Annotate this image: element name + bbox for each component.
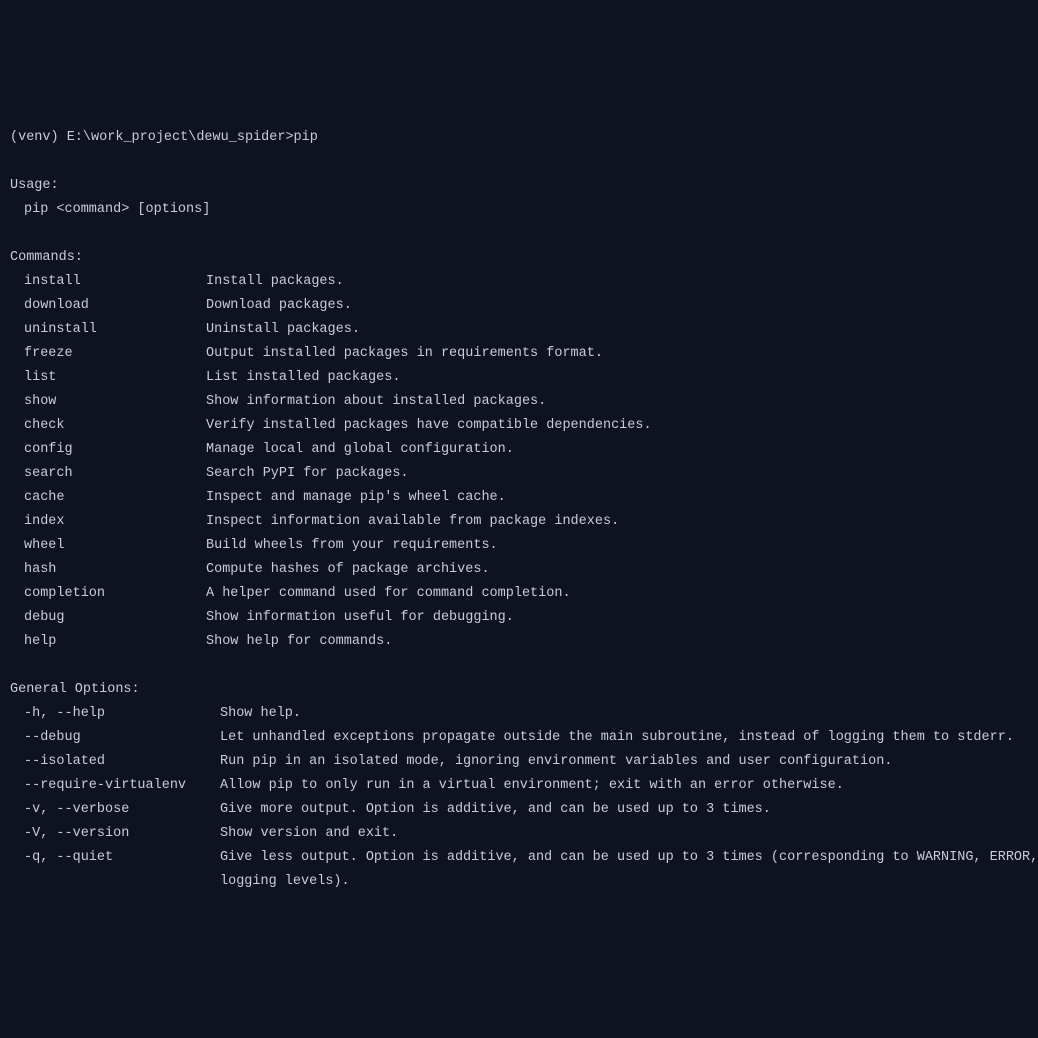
command-row: downloadDownload packages. xyxy=(10,298,352,313)
command-desc: Search PyPI for packages. xyxy=(206,462,409,486)
command-name: list xyxy=(10,366,206,390)
option-flag: -q, --quiet xyxy=(10,846,220,870)
command-desc: Show help for commands. xyxy=(206,630,392,654)
command-desc: Build wheels from your requirements. xyxy=(206,534,498,558)
usage-line: pip <command> [options] xyxy=(10,202,210,217)
command-desc: Output installed packages in requirement… xyxy=(206,342,603,366)
command-desc: Install packages. xyxy=(206,270,344,294)
command-name: install xyxy=(10,270,206,294)
command-name: cache xyxy=(10,486,206,510)
option-desc: Show version and exit. xyxy=(220,822,398,846)
command-row: cacheInspect and manage pip's wheel cach… xyxy=(10,490,506,505)
option-desc: Show help. xyxy=(220,702,301,726)
command-row: searchSearch PyPI for packages. xyxy=(10,466,409,481)
command-desc: Show information useful for debugging. xyxy=(206,606,514,630)
command-name: config xyxy=(10,438,206,462)
option-flag: -v, --verbose xyxy=(10,798,220,822)
command-row: hashCompute hashes of package archives. xyxy=(10,562,490,577)
command-name: check xyxy=(10,414,206,438)
command-row: listList installed packages. xyxy=(10,370,400,385)
option-row: -q, --quietGive less output. Option is a… xyxy=(10,850,1038,865)
commands-header: Commands: xyxy=(10,250,83,265)
command-name: wheel xyxy=(10,534,206,558)
command-desc: Manage local and global configuration. xyxy=(206,438,514,462)
command-name: index xyxy=(10,510,206,534)
command-desc: Download packages. xyxy=(206,294,352,318)
command-row: uninstallUninstall packages. xyxy=(10,322,360,337)
option-flag: -V, --version xyxy=(10,822,220,846)
command-row: helpShow help for commands. xyxy=(10,634,392,649)
option-row: -v, --verboseGive more output. Option is… xyxy=(10,802,771,817)
command-name: search xyxy=(10,462,206,486)
option-row: -V, --versionShow version and exit. xyxy=(10,826,398,841)
command-name: completion xyxy=(10,582,206,606)
option-flag: --require-virtualenv xyxy=(10,774,220,798)
command-row: configManage local and global configurat… xyxy=(10,442,514,457)
terminal-output[interactable]: (venv) E:\work_project\dewu_spider>pip U… xyxy=(10,102,1028,918)
option-flag: --debug xyxy=(10,726,220,750)
command-name: uninstall xyxy=(10,318,206,342)
prompt-line: (venv) E:\work_project\dewu_spider>pip xyxy=(10,130,318,145)
command-desc: Uninstall packages. xyxy=(206,318,360,342)
option-row: --isolatedRun pip in an isolated mode, i… xyxy=(10,754,892,769)
command-desc: Show information about installed package… xyxy=(206,390,546,414)
command-row: completionA helper command used for comm… xyxy=(10,586,571,601)
command-desc: List installed packages. xyxy=(206,366,400,390)
options-header: General Options: xyxy=(10,682,140,697)
command-desc: A helper command used for command comple… xyxy=(206,582,571,606)
command-row: freezeOutput installed packages in requi… xyxy=(10,346,603,361)
option-desc: Let unhandled exceptions propagate outsi… xyxy=(220,726,1014,750)
option-row: --require-virtualenvAllow pip to only ru… xyxy=(10,778,844,793)
command-row: wheelBuild wheels from your requirements… xyxy=(10,538,498,553)
option-desc: Run pip in an isolated mode, ignoring en… xyxy=(220,750,892,774)
command-name: download xyxy=(10,294,206,318)
command-name: hash xyxy=(10,558,206,582)
option-flag: --isolated xyxy=(10,750,220,774)
option-row: -h, --helpShow help. xyxy=(10,706,301,721)
command-row: checkVerify installed packages have comp… xyxy=(10,418,652,433)
command-name: debug xyxy=(10,606,206,630)
command-name: freeze xyxy=(10,342,206,366)
option-row: --debugLet unhandled exceptions propagat… xyxy=(10,730,1014,745)
command-row: debugShow information useful for debuggi… xyxy=(10,610,514,625)
option-desc: Give more output. Option is additive, an… xyxy=(220,798,771,822)
command-row: showShow information about installed pac… xyxy=(10,394,546,409)
command-desc: Verify installed packages have compatibl… xyxy=(206,414,652,438)
command-row: indexInspect information available from … xyxy=(10,514,619,529)
option-desc: Give less output. Option is additive, an… xyxy=(220,846,1038,870)
command-name: show xyxy=(10,390,206,414)
command-name: help xyxy=(10,630,206,654)
command-desc: Inspect and manage pip's wheel cache. xyxy=(206,486,506,510)
option-desc-cont: logging levels). xyxy=(10,870,1028,894)
option-flag: -h, --help xyxy=(10,702,220,726)
command-row: installInstall packages. xyxy=(10,274,344,289)
command-desc: Inspect information available from packa… xyxy=(206,510,619,534)
usage-header: Usage: xyxy=(10,178,59,193)
command-desc: Compute hashes of package archives. xyxy=(206,558,490,582)
option-desc: Allow pip to only run in a virtual envir… xyxy=(220,774,844,798)
